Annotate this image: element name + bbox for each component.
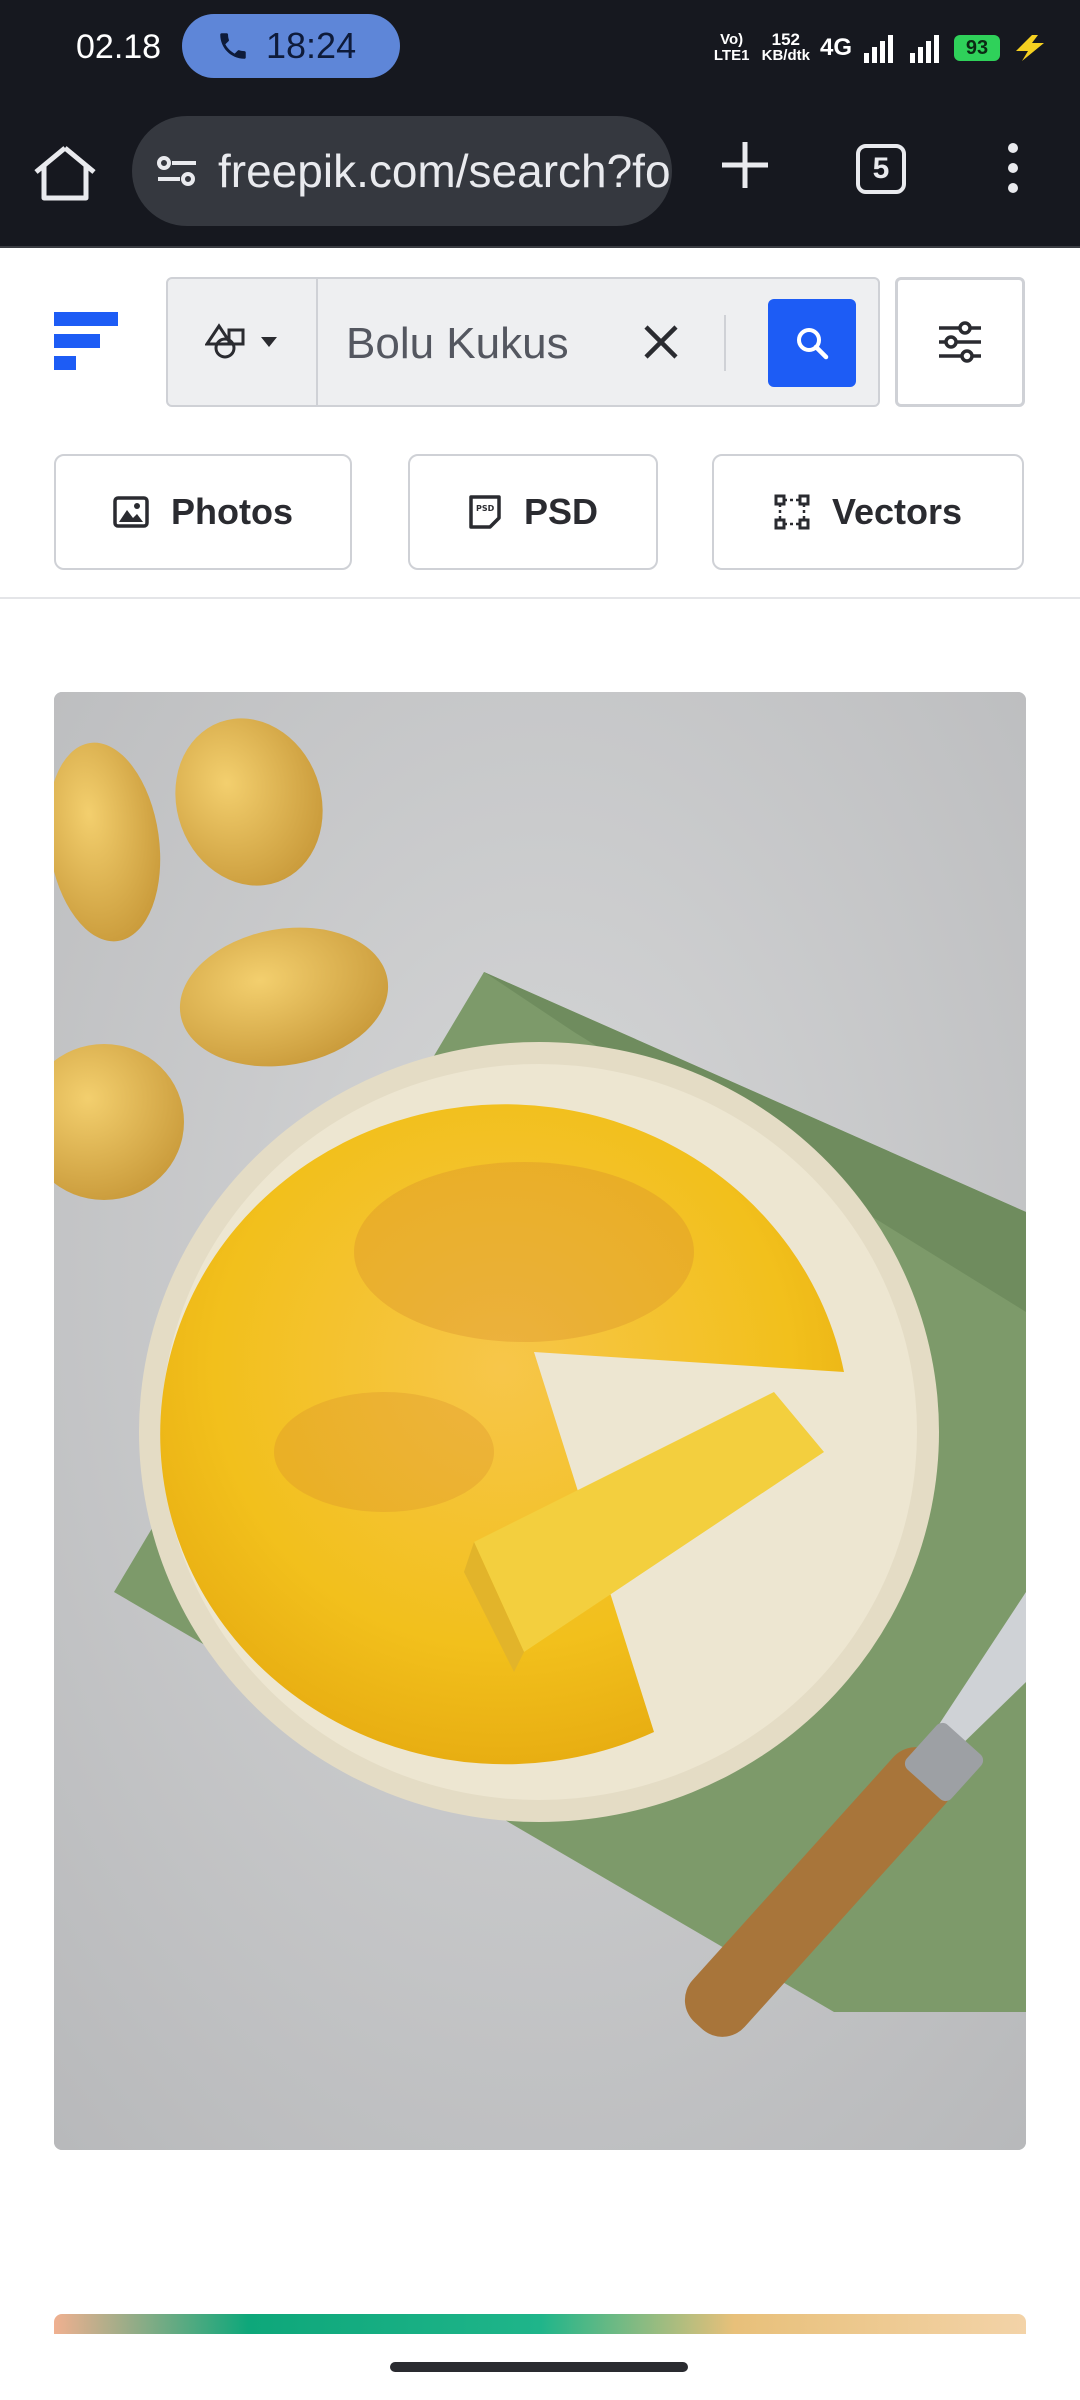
browser-toolbar: freepik.com/search?fo 5	[0, 96, 1080, 248]
shapes-icon	[205, 323, 245, 359]
search-box: Bolu Kukus	[166, 277, 880, 407]
chevron-down-icon	[261, 337, 277, 347]
network-type: 4G	[819, 34, 852, 61]
more-options-icon[interactable]	[998, 138, 1028, 198]
network-speed-unit: KB/dtk	[761, 47, 810, 64]
status-time: 02.18	[76, 28, 162, 66]
status-indicators: Vo) LTE1 152 KB/dtk 4G 93	[712, 22, 1050, 74]
search-divider	[724, 315, 726, 371]
url-text: freepik.com/search?fo	[218, 145, 671, 197]
search-result-image[interactable]	[54, 692, 1026, 2150]
new-tab-icon[interactable]	[718, 138, 772, 192]
chip-label-photos: Photos	[171, 491, 293, 532]
search-button[interactable]	[768, 299, 856, 387]
tab-switcher-button[interactable]: 5	[856, 144, 906, 194]
phone-icon	[220, 33, 246, 59]
signal-icon	[864, 35, 893, 63]
network-speed: 152 KB/dtk	[761, 30, 810, 64]
chip-label-psd: PSD	[523, 491, 599, 532]
home-icon[interactable]	[30, 142, 100, 202]
network-speed-value: 152	[771, 30, 800, 49]
search-icon	[797, 328, 829, 360]
header-divider	[0, 597, 1080, 599]
close-icon[interactable]	[638, 319, 684, 365]
omelette-photo	[54, 692, 1026, 2150]
battery-indicator: 93	[954, 35, 1000, 61]
ongoing-call-pill[interactable]: 18:24	[182, 14, 400, 78]
charging-icon	[1016, 35, 1044, 61]
filter-chip-vectors[interactable]: Vectors	[712, 454, 1024, 570]
gesture-home-indicator[interactable]	[390, 2362, 688, 2372]
filter-chip-photos[interactable]: Photos	[54, 454, 352, 570]
site-settings-icon[interactable]	[154, 151, 200, 191]
status-bar: 02.18 18:24 Vo) LTE1 152 KB/dtk 4G 93	[0, 0, 1080, 96]
volte-indicator: Vo) LTE1	[713, 31, 750, 64]
chip-label-vectors: Vectors	[831, 491, 963, 532]
freepik-logo[interactable]	[54, 312, 118, 372]
search-input[interactable]: Bolu Kukus	[346, 319, 576, 369]
address-bar[interactable]: freepik.com/search?fo	[132, 116, 672, 226]
search-result-image-partial[interactable]	[54, 2314, 1026, 2334]
psd-file-icon: PSD	[469, 495, 501, 529]
filter-chip-psd[interactable]: PSD PSD	[408, 454, 658, 570]
call-duration: 18:24	[266, 25, 357, 66]
sliders-icon	[939, 321, 981, 363]
vector-icon	[774, 494, 810, 530]
signal-icon-2	[910, 35, 939, 63]
asset-type-dropdown[interactable]	[168, 279, 318, 405]
image-icon	[113, 496, 149, 528]
filters-button[interactable]	[895, 277, 1025, 407]
svg-text:PSD: PSD	[476, 504, 495, 513]
